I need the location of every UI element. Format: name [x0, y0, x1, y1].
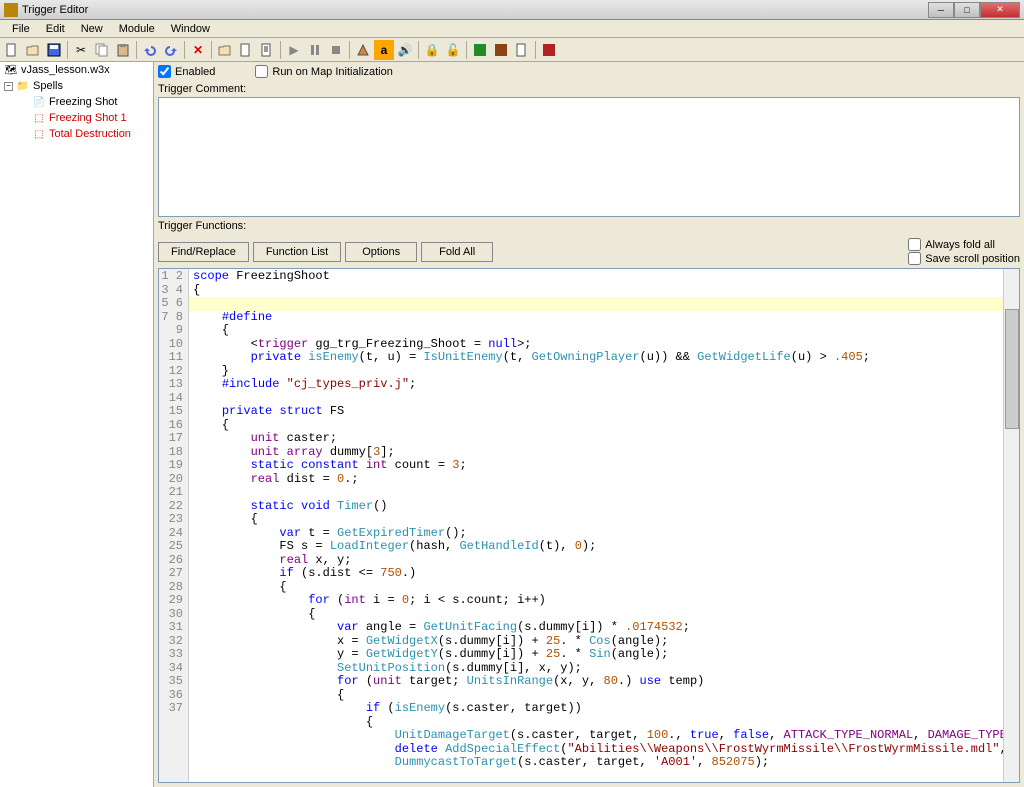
script-icon: 📄 [32, 95, 46, 109]
save-scroll-label: Save scroll position [925, 253, 1020, 265]
tree-item-1-label: Freezing Shot [49, 96, 117, 108]
map-icon: 🗺 [4, 63, 18, 77]
tool-icon-4[interactable] [491, 40, 511, 60]
tool-icon-5[interactable] [512, 40, 532, 60]
disabled-script-icon: ⬚ [32, 127, 46, 141]
trigger-tree[interactable]: 🗺 vJass_lesson.w3x − 📁 Spells 📄 Freezing… [0, 62, 154, 787]
scrollbar-thumb[interactable] [1005, 309, 1019, 429]
tree-folder-label: Spells [33, 80, 63, 92]
tree-item-2-label: Freezing Shot 1 [49, 112, 127, 124]
enabled-label: Enabled [175, 66, 215, 78]
vertical-scrollbar[interactable] [1003, 269, 1019, 782]
button-row: Find/Replace Function List Options Fold … [154, 235, 1024, 268]
enabled-checkbox-input[interactable] [158, 65, 171, 78]
menubar: File Edit New Module Window [0, 20, 1024, 38]
new-category-icon[interactable] [215, 40, 235, 60]
menu-new[interactable]: New [73, 22, 111, 36]
function-list-button[interactable]: Function List [253, 242, 341, 262]
checkbox-row: Enabled Run on Map Initialization [154, 62, 1024, 81]
content-panel: Enabled Run on Map Initialization Trigge… [154, 62, 1024, 787]
always-fold-input[interactable] [908, 238, 921, 251]
window-title: Trigger Editor [22, 4, 928, 16]
sound-icon[interactable]: 🔊 [395, 40, 415, 60]
enabled-checkbox[interactable]: Enabled [158, 65, 215, 78]
trigger-comment-label: Trigger Comment: [154, 81, 1024, 97]
delete-icon[interactable]: ✕ [188, 40, 208, 60]
maximize-button[interactable]: □ [954, 2, 980, 18]
close-button[interactable]: ✕ [980, 2, 1020, 18]
collapse-icon[interactable]: − [4, 82, 13, 91]
save-scroll-input[interactable] [908, 252, 921, 265]
main-layout: 🗺 vJass_lesson.w3x − 📁 Spells 📄 Freezing… [0, 62, 1024, 787]
find-replace-button[interactable]: Find/Replace [158, 242, 249, 262]
stop-icon[interactable] [326, 40, 346, 60]
fold-all-button[interactable]: Fold All [421, 242, 493, 262]
window-controls: ─ □ ✕ [928, 2, 1020, 18]
run-on-init-label: Run on Map Initialization [272, 66, 392, 78]
options-button[interactable]: Options [345, 242, 417, 262]
lock-icon[interactable]: 🔒 [422, 40, 442, 60]
copy-icon[interactable] [92, 40, 112, 60]
tree-root[interactable]: 🗺 vJass_lesson.w3x [0, 62, 153, 78]
tree-item-2[interactable]: ⬚ Freezing Shot 1 [0, 110, 153, 126]
menu-window[interactable]: Window [163, 22, 218, 36]
menu-edit[interactable]: Edit [38, 22, 73, 36]
trigger-comment-box[interactable] [158, 97, 1020, 217]
folder-icon: 📁 [16, 79, 30, 93]
run-on-init-input[interactable] [255, 65, 268, 78]
always-fold-checkbox[interactable]: Always fold all [908, 238, 1020, 251]
pause-icon[interactable] [305, 40, 325, 60]
tree-item-3-label: Total Destruction [49, 128, 131, 140]
open-file-icon[interactable] [23, 40, 43, 60]
save-scroll-checkbox[interactable]: Save scroll position [908, 252, 1020, 265]
unlock-icon[interactable]: 🔓 [443, 40, 463, 60]
tree-item-1[interactable]: 📄 Freezing Shot [0, 94, 153, 110]
cut-icon[interactable]: ✂ [71, 40, 91, 60]
disabled-script-icon: ⬚ [32, 111, 46, 125]
trigger-functions-label: Trigger Functions: [154, 217, 1024, 235]
new-script-icon[interactable] [257, 40, 277, 60]
app-icon [4, 3, 18, 17]
run-on-init-checkbox[interactable]: Run on Map Initialization [255, 65, 392, 78]
save-icon[interactable] [44, 40, 64, 60]
tree-folder[interactable]: − 📁 Spells [0, 78, 153, 94]
new-file-icon[interactable] [2, 40, 22, 60]
code-editor[interactable]: 1 2 3 4 5 6 7 8 9 10 11 12 13 14 15 16 1… [158, 268, 1020, 783]
tool-icon-3[interactable] [470, 40, 490, 60]
play-icon[interactable]: ▶ [284, 40, 304, 60]
always-fold-label: Always fold all [925, 239, 995, 251]
tree-item-3[interactable]: ⬚ Total Destruction [0, 126, 153, 142]
menu-module[interactable]: Module [111, 22, 163, 36]
tool-icon-2[interactable]: a [374, 40, 394, 60]
tool-icon-1[interactable] [353, 40, 373, 60]
code-content[interactable]: scope FreezingShoot { #define { <trigger… [189, 269, 1003, 782]
paste-icon[interactable] [113, 40, 133, 60]
titlebar: Trigger Editor ─ □ ✕ [0, 0, 1024, 20]
line-gutter: 1 2 3 4 5 6 7 8 9 10 11 12 13 14 15 16 1… [159, 269, 189, 782]
new-trigger-icon[interactable] [236, 40, 256, 60]
tool-icon-6[interactable] [539, 40, 559, 60]
menu-file[interactable]: File [4, 22, 38, 36]
undo-icon[interactable] [140, 40, 160, 60]
redo-icon[interactable] [161, 40, 181, 60]
toolbar: ✂ ✕ ▶ a 🔊 🔒 🔓 [0, 38, 1024, 62]
tree-root-label: vJass_lesson.w3x [21, 64, 110, 76]
minimize-button[interactable]: ─ [928, 2, 954, 18]
right-checks: Always fold all Save scroll position [908, 238, 1020, 265]
